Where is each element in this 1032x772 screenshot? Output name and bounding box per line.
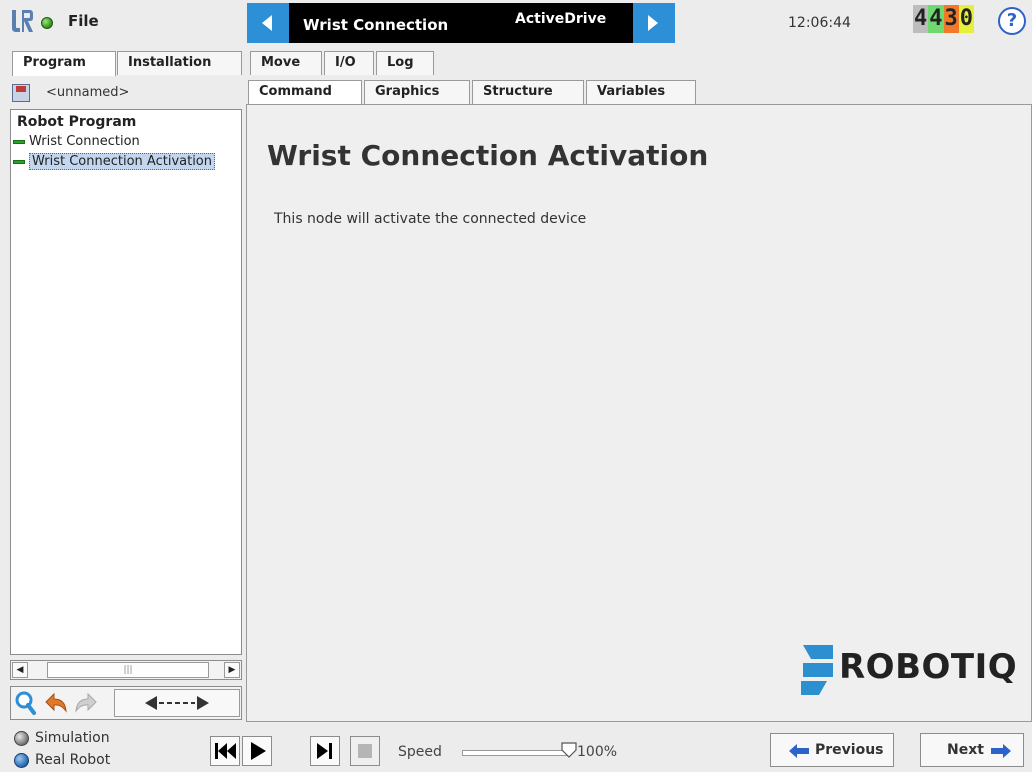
- universal-robots-logo-icon: [12, 10, 33, 32]
- program-file-name: <unnamed>: [46, 85, 130, 100]
- scroll-right-button[interactable]: ▶: [224, 662, 240, 678]
- previous-node-button[interactable]: [247, 3, 289, 43]
- tree-toolbar: [10, 686, 242, 720]
- previous-label: Previous: [815, 742, 884, 758]
- scrollbar-thumb[interactable]: |||: [47, 662, 209, 678]
- tree-item-selected[interactable]: Wrist Connection Activation: [13, 153, 216, 172]
- arrow-right-icon: [991, 744, 1011, 758]
- tab-graphics[interactable]: Graphics: [364, 80, 470, 104]
- redo-arrow-icon: [75, 692, 97, 713]
- search-button[interactable]: [13, 689, 39, 717]
- tab-structure[interactable]: Structure: [472, 80, 584, 104]
- file-menu[interactable]: File: [68, 12, 99, 30]
- speed-value: 100%: [577, 744, 618, 760]
- tree-item-label: Wrist Connection Activation: [29, 153, 216, 170]
- counter-digit: 0: [958, 5, 974, 33]
- undo-button[interactable]: [43, 689, 69, 717]
- tab-move[interactable]: Move: [250, 51, 322, 75]
- program-tree: Robot Program Wrist Connection Wrist Con…: [10, 109, 242, 655]
- tab-variables[interactable]: Variables: [586, 80, 696, 104]
- previous-button[interactable]: Previous: [770, 733, 894, 767]
- tab-log[interactable]: Log: [376, 51, 434, 75]
- speed-slider-thumb-icon[interactable]: [560, 741, 578, 759]
- arrow-left-icon: [262, 15, 272, 31]
- step-forward-icon: [317, 743, 332, 759]
- program-name: Wrist Connection: [303, 16, 449, 34]
- speed-label: Speed: [398, 744, 442, 760]
- tab-command[interactable]: Command: [248, 80, 362, 105]
- node-type-label: ActiveDrive: [515, 11, 607, 27]
- node-status-icon: [13, 139, 25, 144]
- skip-to-start-icon: [215, 743, 236, 759]
- magnifier-icon: [15, 691, 36, 715]
- tab-program[interactable]: Program: [12, 51, 116, 76]
- simulation-radio-icon: [14, 731, 29, 746]
- next-label: Next: [947, 742, 984, 758]
- command-panel: Wrist Connection Activation This node wi…: [246, 104, 1032, 722]
- undo-arrow-icon: [45, 692, 67, 713]
- simulation-label: Simulation: [35, 730, 110, 746]
- next-node-button[interactable]: [633, 3, 675, 43]
- real-robot-label: Real Robot: [35, 752, 111, 768]
- program-node-navigator: Wrist Connection ActiveDrive: [247, 3, 675, 43]
- stop-button[interactable]: [350, 736, 380, 766]
- bottom-bar: Simulation Real Robot Speed 100% Previou…: [0, 724, 1032, 772]
- play-icon: [251, 742, 266, 760]
- counter-digit: 3: [943, 5, 959, 33]
- help-button[interactable]: ?: [998, 7, 1026, 35]
- save-disk-icon[interactable]: [12, 84, 30, 102]
- clock: 12:06:44: [788, 15, 851, 31]
- tree-item[interactable]: Wrist Connection: [13, 134, 140, 152]
- next-button[interactable]: Next: [920, 733, 1024, 767]
- redo-button[interactable]: [73, 689, 99, 717]
- status-counter: 4 4 3 0: [913, 5, 974, 33]
- node-description: This node will activate the connected de…: [274, 211, 587, 227]
- robotiq-logo-text: ROBOTIQ: [839, 647, 1018, 687]
- move-node-button[interactable]: [114, 689, 240, 717]
- tree-root-label[interactable]: Robot Program: [17, 114, 136, 130]
- page-title: Wrist Connection Activation: [267, 139, 709, 172]
- robotiq-mark-icon: [801, 645, 833, 695]
- tab-installation[interactable]: Installation: [117, 51, 242, 75]
- scroll-left-button[interactable]: ◀: [12, 662, 28, 678]
- play-button[interactable]: [242, 736, 272, 766]
- counter-digit: 4: [913, 5, 929, 33]
- node-status-icon: [13, 159, 25, 164]
- speed-slider[interactable]: [462, 750, 570, 756]
- stop-icon: [358, 744, 372, 758]
- arrow-left-icon: [789, 744, 809, 758]
- tree-item-label: Wrist Connection: [29, 134, 140, 149]
- real-robot-radio-icon: [14, 753, 29, 768]
- double-arrow-icon: [145, 696, 209, 710]
- robotiq-logo: ROBOTIQ: [797, 641, 1017, 697]
- counter-digit: 4: [928, 5, 944, 33]
- robot-status-indicator-icon: [41, 17, 53, 29]
- rewind-button[interactable]: [210, 736, 240, 766]
- program-file-row: <unnamed>: [10, 82, 242, 106]
- tab-io[interactable]: I/O: [324, 51, 374, 75]
- step-button[interactable]: [310, 736, 340, 766]
- arrow-right-icon: [648, 15, 658, 31]
- tree-horizontal-scrollbar[interactable]: ◀ ||| ▶: [10, 660, 242, 680]
- top-bar: File Wrist Connection ActiveDrive 12:06:…: [0, 0, 1032, 50]
